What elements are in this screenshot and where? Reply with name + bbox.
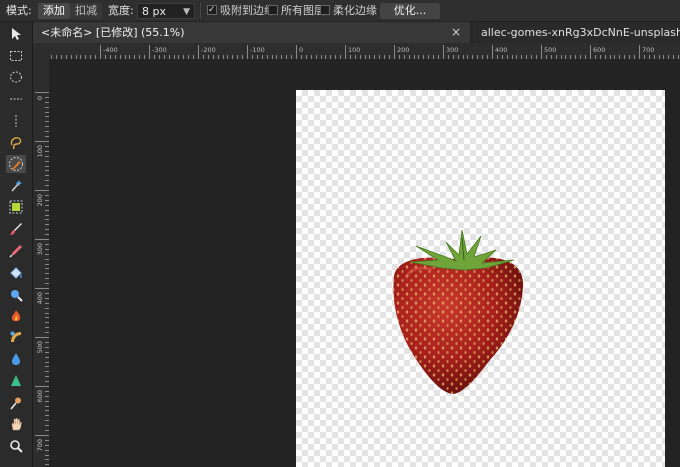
vertical-ruler-ticks: 0 100 200 300 400 500 600 700 <box>35 92 49 465</box>
ruler-label: -100 <box>250 46 265 54</box>
canvas-workspace[interactable] <box>49 59 680 467</box>
horizontal-ruler[interactable]: -400 -300 -200 -100 0 100 200 300 400 500 600 700 <box>49 43 680 59</box>
document-tabs: <未命名> [已修改] (55.1%) × allec-gomes-xnRg3x… <box>33 22 680 43</box>
move-tool-icon[interactable] <box>6 25 26 43</box>
elliptical-marquee-icon[interactable] <box>6 68 26 86</box>
chevron-down-icon: ▼ <box>183 7 190 17</box>
ruler-label: -400 <box>103 46 118 54</box>
ruler-label: 500 <box>544 46 556 54</box>
toolbar-divider <box>200 3 201 19</box>
select-sampled-color-icon[interactable] <box>6 198 26 216</box>
ruler-label: 200 <box>397 46 409 54</box>
mode-subtract-button[interactable]: 扣减 <box>70 3 102 19</box>
soften-edges-option[interactable]: 柔化边缘 <box>320 3 377 19</box>
row-marquee-icon[interactable] <box>6 90 26 108</box>
strawberry-image <box>393 229 524 394</box>
app-window: 模式: 添加 扣减 宽度: 8 px ▼ 吸附到边缘 所有图层 柔化边缘 优化.… <box>0 0 680 467</box>
context-toolbar: 模式: 添加 扣减 宽度: 8 px ▼ 吸附到边缘 所有图层 柔化边缘 优化.… <box>0 0 680 22</box>
blur-drop-icon[interactable] <box>6 350 26 368</box>
ruler-label: -300 <box>152 46 167 54</box>
ruler-label: 600 <box>36 390 44 402</box>
zoom-tool-icon[interactable] <box>6 437 26 455</box>
mode-add-button[interactable]: 添加 <box>38 3 70 19</box>
vertical-ruler[interactable]: 0 100 200 300 400 500 600 700 <box>33 59 49 467</box>
color-picker-icon[interactable] <box>6 242 26 260</box>
tab-untitled-label: <未命名> [已修改] (55.1%) <box>41 26 185 39</box>
snap-to-edges-label: 吸附到边缘 <box>220 4 275 17</box>
fill-bucket-icon[interactable] <box>6 264 26 282</box>
dodge-icon[interactable] <box>6 394 26 412</box>
width-label: 宽度: <box>108 4 134 17</box>
snap-to-edges-option[interactable]: 吸附到边缘 <box>207 2 275 19</box>
rectangular-marquee-icon[interactable] <box>6 47 26 65</box>
tab-untitled[interactable]: <未命名> [已修改] (55.1%) <box>33 22 470 43</box>
hand-tool-icon[interactable] <box>6 415 26 433</box>
freehand-selection-icon[interactable] <box>6 134 26 152</box>
tools-palette <box>0 22 33 467</box>
flood-select-icon[interactable] <box>6 177 26 195</box>
close-icon[interactable]: × <box>451 22 461 43</box>
soften-edges-label: 柔化边缘 <box>333 4 377 17</box>
all-layers-label: 所有图层 <box>281 4 325 17</box>
ruler-corner <box>33 43 49 59</box>
sharpen-icon[interactable] <box>6 372 26 390</box>
ruler-label: 700 <box>36 439 44 451</box>
column-marquee-icon[interactable] <box>6 112 26 130</box>
ruler-label: 200 <box>36 194 44 206</box>
refine-button[interactable]: 优化... <box>380 3 440 19</box>
ruler-label: 400 <box>495 46 507 54</box>
document-canvas[interactable] <box>296 90 665 467</box>
ruler-label: 300 <box>446 46 458 54</box>
ruler-label: 300 <box>36 243 44 255</box>
mode-label: 模式: <box>6 4 32 17</box>
width-value: 8 px <box>142 5 166 18</box>
snap-to-edges-checkbox[interactable] <box>207 2 217 18</box>
smudge-icon[interactable] <box>6 328 26 346</box>
ruler-label: -200 <box>201 46 216 54</box>
width-dropdown[interactable]: 8 px ▼ <box>137 3 195 19</box>
selection-brush-icon[interactable] <box>6 155 26 173</box>
horizontal-ruler-ticks: -400 -300 -200 -100 0 100 200 300 400 500 600 700 <box>51 45 679 59</box>
zoom-lens-icon[interactable] <box>6 286 26 304</box>
tab-photo-label: allec-gomes-xnRg3xDcNnE-unsplash.jpg [已修… <box>481 26 680 39</box>
soften-edges-checkbox[interactable] <box>320 5 330 15</box>
ruler-label: 500 <box>36 341 44 353</box>
all-layers-checkbox[interactable] <box>268 5 278 15</box>
paint-brush-icon[interactable] <box>6 220 26 238</box>
burn-flame-icon[interactable] <box>6 307 26 325</box>
ruler-label: 100 <box>348 46 360 54</box>
ruler-label: 400 <box>36 292 44 304</box>
ruler-label: 100 <box>36 145 44 157</box>
ruler-label: 0 <box>36 96 44 100</box>
ruler-label: 700 <box>642 46 654 54</box>
ruler-label: 600 <box>593 46 605 54</box>
all-layers-option[interactable]: 所有图层 <box>268 3 325 19</box>
tab-photo[interactable]: allec-gomes-xnRg3xDcNnE-unsplash.jpg [已修… <box>473 22 680 43</box>
ruler-label: 0 <box>299 46 303 54</box>
